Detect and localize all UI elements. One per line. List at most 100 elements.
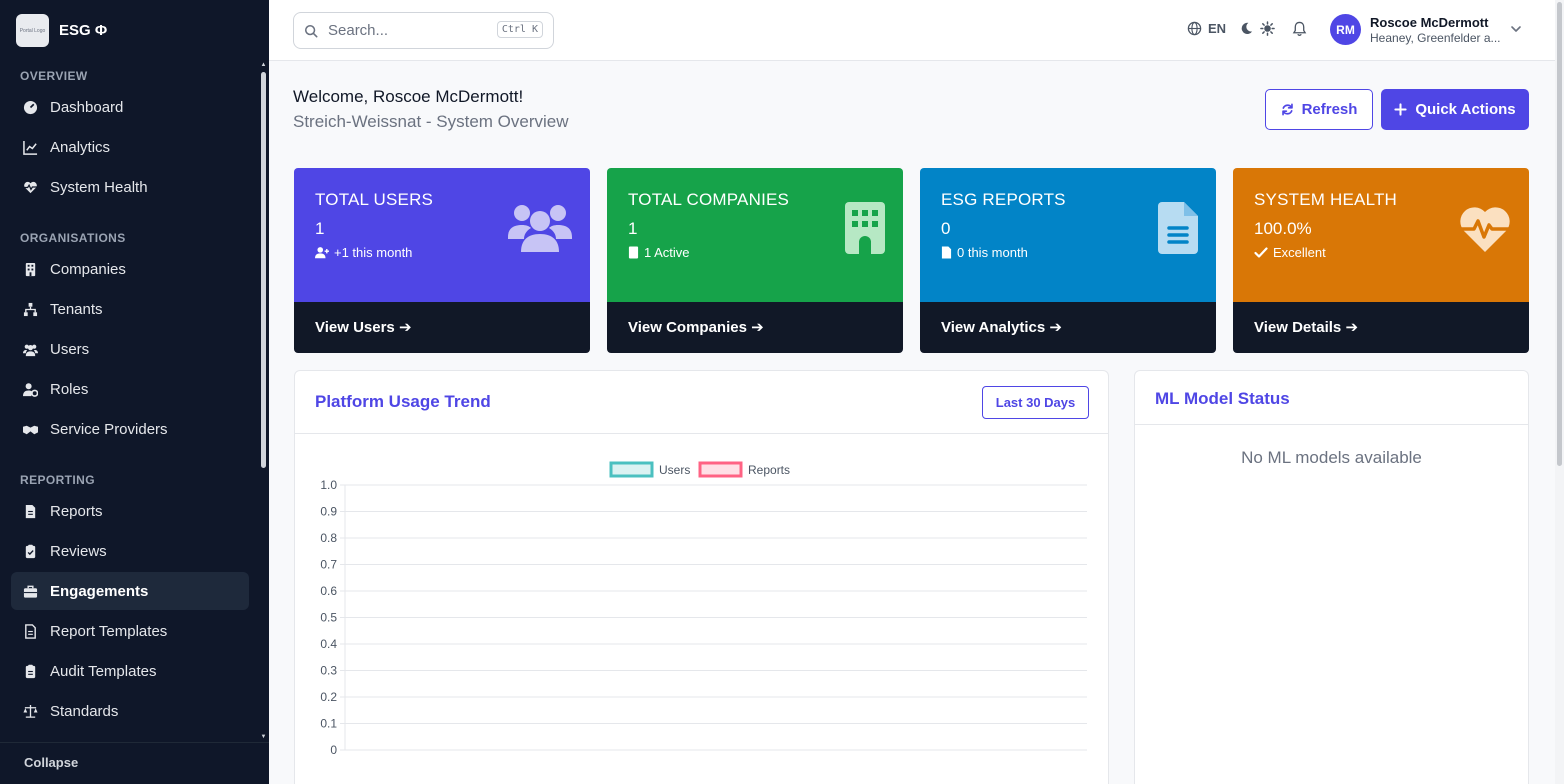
search-input[interactable] [328, 22, 488, 39]
view-users-link[interactable]: View Users ➔ [294, 302, 590, 353]
page-scroll-thumb[interactable] [1557, 2, 1562, 466]
refresh-label: Refresh [1301, 101, 1358, 118]
sidebar-item-dashboard[interactable]: Dashboard [11, 88, 249, 126]
scale-icon [23, 704, 38, 719]
y-tick-label: 0 [330, 743, 337, 757]
stat-card-body: TOTAL COMPANIES 1 1 Active [607, 168, 903, 302]
user-menu-chevron[interactable] [1510, 22, 1522, 40]
y-tick-label: 0.8 [320, 531, 337, 545]
period-selector-button[interactable]: Last 30 Days [982, 386, 1089, 419]
legend-label-users: Users [659, 463, 690, 477]
scroll-down-arrow-icon[interactable]: ▼ [260, 734, 267, 740]
scroll-up-arrow-icon[interactable]: ▲ [260, 62, 267, 68]
stat-label: TOTAL COMPANIES [628, 190, 790, 209]
clipboard-list-icon [23, 664, 38, 679]
ml-status-panel: ML Model Status No ML models available [1134, 370, 1529, 784]
nav-section-title: ORGANISATIONS [20, 231, 126, 245]
sidebar-scrollbar[interactable]: ▲ ▼ [260, 62, 267, 742]
chevron-down-icon [1511, 26, 1521, 32]
sidebar-item-tenants[interactable]: Tenants [11, 290, 249, 328]
legend-swatch-users [609, 461, 654, 478]
sidebar-item-report-templates[interactable]: Report Templates [11, 612, 249, 650]
panel-title: Platform Usage Trend [315, 392, 491, 411]
bell-icon [1292, 21, 1307, 36]
sidebar-nav: OVERVIEW Dashboard Analytics System Heal… [0, 60, 260, 740]
stat-meta: 0 this month [941, 245, 1195, 260]
sidebar-item-label: Users [50, 340, 90, 358]
sidebar-item-engagements[interactable]: Engagements [11, 572, 249, 610]
file-template-icon [23, 623, 38, 639]
sidebar-item-label: Companies [50, 260, 126, 278]
building-icon [23, 262, 38, 277]
sidebar-item-users[interactable]: Users [11, 330, 249, 368]
sidebar-item-standards[interactable]: Standards [11, 692, 249, 730]
stat-label: ESG REPORTS [941, 190, 1066, 209]
language-switcher[interactable]: EN [1187, 21, 1226, 36]
sidebar-scroll-thumb[interactable] [261, 72, 266, 468]
sidebar-item-companies[interactable]: Companies [11, 250, 249, 288]
sidebar-item-roles[interactable]: Roles [11, 370, 249, 408]
sidebar-item-reports[interactable]: Reports [11, 492, 249, 530]
view-companies-link[interactable]: View Companies ➔ [607, 302, 903, 353]
notifications-button[interactable] [1292, 21, 1307, 42]
dashboard-icon [23, 100, 38, 115]
sidebar-item-label: Tenants [50, 300, 103, 318]
y-tick-label: 0.4 [320, 637, 337, 651]
sidebar-item-label: System Health [50, 178, 148, 196]
y-tick-label: 0.9 [320, 505, 337, 519]
ml-empty-state: No ML models available [1241, 448, 1422, 467]
stat-meta-text: Excellent [1273, 245, 1326, 260]
stat-card-users: TOTAL USERS 1 +1 this month View Users ➔ [294, 168, 590, 353]
collapse-button[interactable]: Collapse [0, 742, 269, 784]
platform-usage-panel: Platform Usage Trend Last 30 Days 1.0 0.9… [294, 370, 1109, 784]
arrow-right-icon: ➔ [751, 319, 764, 336]
theme-toggle[interactable] [1239, 21, 1275, 36]
view-analytics-link[interactable]: View Analytics ➔ [920, 302, 1216, 353]
sun-icon [1260, 21, 1275, 36]
sidebar-item-reviews[interactable]: Reviews [11, 532, 249, 570]
sitemap-icon [23, 302, 38, 317]
refresh-button[interactable]: Refresh [1265, 89, 1373, 130]
stat-value: 0 [941, 219, 951, 238]
sidebar-item-audit-templates[interactable]: Audit Templates [11, 652, 249, 690]
search-icon [304, 24, 318, 37]
y-tick-label: 0.6 [320, 584, 337, 598]
analytics-icon [23, 140, 38, 155]
stat-card-companies: TOTAL COMPANIES 1 1 Active View Companie… [607, 168, 903, 353]
quick-actions-button[interactable]: Quick Actions [1381, 89, 1529, 130]
search-shortcut: Ctrl K [496, 21, 543, 38]
sidebar-item-label: Engagements [50, 582, 149, 600]
view-details-link[interactable]: View Details ➔ [1233, 302, 1529, 353]
globe-icon [1187, 21, 1202, 36]
stat-value: 1 [628, 219, 638, 238]
card-footer-label: View Details [1254, 319, 1342, 336]
sidebar-item-service-providers[interactable]: Service Providers [11, 410, 249, 448]
plus-icon [1394, 103, 1407, 116]
building-icon [845, 202, 885, 254]
heart-pulse-icon [1459, 207, 1511, 252]
sidebar-item-system-health[interactable]: System Health [11, 168, 249, 206]
avatar: RM [1330, 14, 1361, 45]
y-tick-label: 0.7 [320, 558, 337, 572]
heart-pulse-icon [23, 180, 38, 195]
arrow-right-icon: ➔ [1345, 319, 1359, 336]
legend-label-reports: Reports [748, 463, 790, 477]
stat-card-reports: ESG REPORTS 0 0 this month View Analytic… [920, 168, 1216, 353]
user-menu[interactable]: RM Roscoe McDermott Heaney, Greenfelder … [1330, 14, 1501, 45]
stat-card-body: SYSTEM HEALTH 100.0% Excellent [1233, 168, 1529, 302]
quick-actions-label: Quick Actions [1415, 101, 1516, 118]
brand-logo-text: Portal Logo [19, 27, 46, 34]
user-plus-icon [315, 247, 329, 259]
brand[interactable]: Portal Logo ESG Φ [16, 14, 107, 47]
sidebar-item-label: Analytics [50, 138, 111, 156]
briefcase-icon [23, 584, 38, 599]
y-tick-label: 0.3 [320, 664, 337, 678]
usage-chart: 1.0 0.9 0.8 0.7 0.6 0.5 0.4 0.3 0.2 0.1 0 Users Repo… [320, 461, 1087, 757]
search-box[interactable]: Ctrl K [293, 12, 554, 49]
sidebar-item-analytics[interactable]: Analytics [11, 128, 249, 166]
refresh-icon [1281, 103, 1293, 116]
sidebar-item-label: Roles [50, 380, 89, 398]
building-small-icon [628, 246, 639, 259]
page-scrollbar[interactable] [1555, 0, 1564, 784]
nav-section-title: REPORTING [20, 473, 95, 487]
